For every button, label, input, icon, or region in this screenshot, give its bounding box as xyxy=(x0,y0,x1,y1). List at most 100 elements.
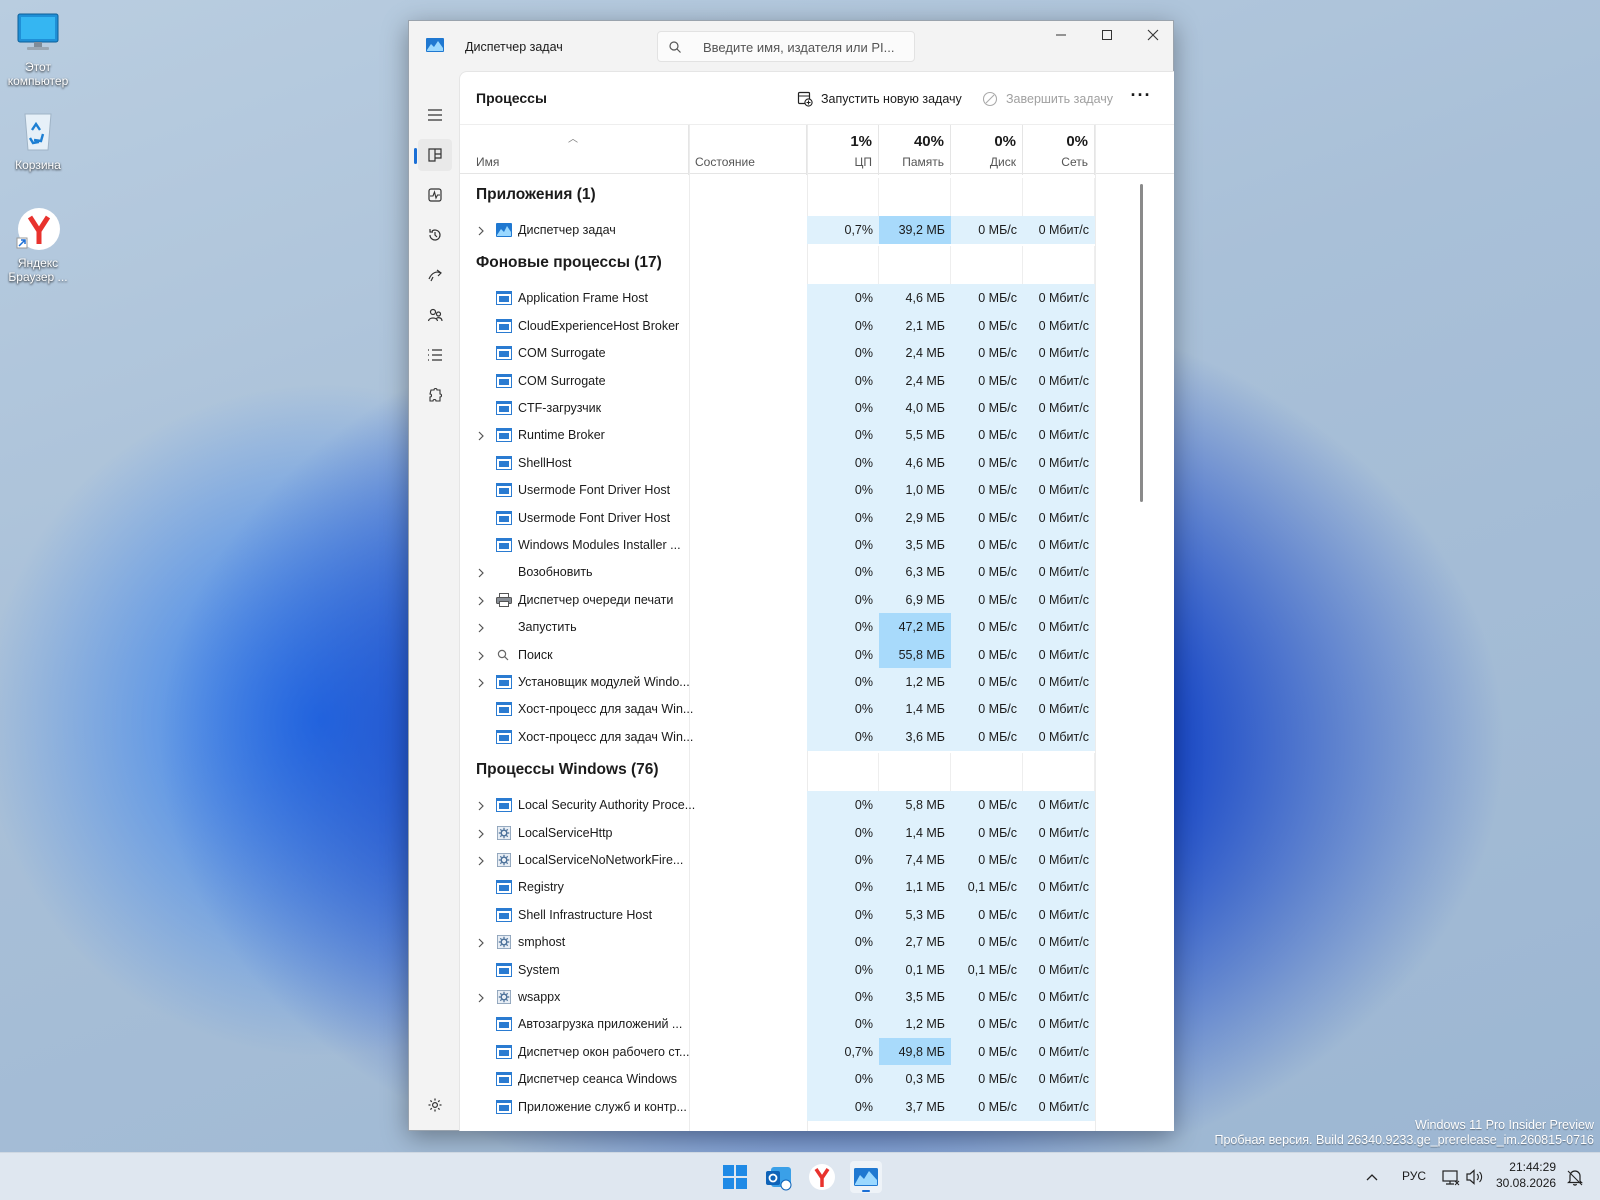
column-network[interactable]: 0% Сеть xyxy=(1023,125,1095,175)
desktop-icon-yandex-browser[interactable]: Яндекс Браузер ... xyxy=(2,206,74,284)
process-row[interactable]: Приложение служб и контр... 0% 3,7 МБ 0 МБ/… xyxy=(460,1092,1174,1121)
volume-tray-button[interactable] xyxy=(1464,1161,1486,1193)
nav-processes[interactable] xyxy=(414,139,452,171)
chevron-right-icon[interactable] xyxy=(477,430,485,441)
end-task-button[interactable]: Завершить задачу xyxy=(982,88,1113,110)
more-options-button[interactable]: ··· xyxy=(1126,84,1156,112)
process-name: Диспетчер сеанса Windows xyxy=(518,1072,678,1087)
process-row[interactable]: Usermode Font Driver Host 0% 2,9 МБ 0 МБ/с 0… xyxy=(460,503,1174,532)
process-row[interactable]: COM Surrogate 0% 2,4 МБ 0 МБ/с 0 Мбит/с xyxy=(460,366,1174,395)
disk-cell: 0 МБ/с xyxy=(951,531,1023,559)
process-row[interactable]: Автозагрузка приложений ... 0% 1,2 МБ 0 МБ/… xyxy=(460,1010,1174,1039)
taskbar-outlook[interactable] xyxy=(762,1161,794,1193)
taskbar: РУС 21:44:29 30.08.2026 xyxy=(0,1152,1600,1200)
process-row[interactable]: Application Frame Host 0% 4,6 МБ 0 МБ/с 0 Мб… xyxy=(460,284,1174,313)
process-row[interactable]: CloudExperienceHost Broker 0% 2,1 МБ 0 МБ/с… xyxy=(460,311,1174,340)
search-input[interactable]: Введите имя, издателя или PI... xyxy=(657,31,915,62)
process-row[interactable]: CTF-загрузчик 0% 4,0 МБ 0 МБ/с 0 Мбит/с xyxy=(460,394,1174,422)
nav-startup-apps[interactable] xyxy=(418,259,452,291)
process-row[interactable]: LocalServiceNoNetworkFire... 0% 7,4 МБ 0 МБ… xyxy=(460,846,1174,874)
process-row[interactable]: smphost 0% 2,7 МБ 0 МБ/с 0 Мбит/с xyxy=(460,928,1174,957)
chevron-right-icon[interactable] xyxy=(477,992,485,1003)
network-cell: 0 Мбит/с xyxy=(1023,448,1095,477)
process-row[interactable]: Windows Modules Installer ... 0% 3,5 МБ 0 М… xyxy=(460,531,1174,559)
process-row[interactable]: Диспетчер очереди печати 0% 6,9 МБ 0 МБ/с 0 … xyxy=(460,585,1174,614)
memory-cell: 4,6 МБ xyxy=(879,448,951,477)
nav-settings[interactable] xyxy=(418,1089,452,1121)
minimize-button[interactable] xyxy=(1038,21,1084,53)
cpu-cell: 0% xyxy=(807,613,879,642)
desktop-icon-recycle-bin[interactable]: Корзина xyxy=(2,108,74,172)
process-row[interactable]: Registry 0% 1,1 МБ 0,1 МБ/с 0 Мбит/с xyxy=(460,873,1174,902)
nav-services[interactable] xyxy=(418,379,452,411)
nav-app-history[interactable] xyxy=(418,219,452,251)
process-row[interactable]: Возобновить 0% 6,3 МБ 0 МБ/с 0 Мбит/с xyxy=(460,558,1174,587)
process-name: Application Frame Host xyxy=(518,291,648,306)
app-window-icon xyxy=(496,401,512,415)
column-cpu[interactable]: 1% ЦП xyxy=(807,125,879,175)
process-row[interactable]: Runtime Broker 0% 5,5 МБ 0 МБ/с 0 Мбит/с xyxy=(460,421,1174,450)
process-row[interactable]: Хост-процесс для задач Win... 0% 3,6 МБ 0 М… xyxy=(460,722,1174,751)
network-cell: 0 Мбит/с xyxy=(1023,531,1095,559)
process-row[interactable]: Хост-процесс для задач Win... 0% 1,4 МБ 0 М… xyxy=(460,695,1174,724)
process-row[interactable]: Usermode Font Driver Host 0% 1,0 МБ 0 МБ/с 0… xyxy=(460,476,1174,505)
process-name: Установщик модулей Windo... xyxy=(518,675,690,689)
process-row[interactable]: Диспетчер сеанса Windows 0% 0,3 МБ 0 МБ/с 0 … xyxy=(460,1065,1174,1094)
process-list[interactable]: Приложения (1) Диспетчер задач 0,7% 39,2 МБ… xyxy=(460,174,1174,1131)
column-name-label: Имя xyxy=(476,155,500,169)
nav-performance[interactable] xyxy=(418,179,452,211)
process-name: CTF-загрузчик xyxy=(518,401,602,415)
title-bar[interactable]: Диспетчер задач Введите имя, издателя ил… xyxy=(409,21,1173,69)
process-row[interactable]: COM Surrogate 0% 2,4 МБ 0 МБ/с 0 Мбит/с xyxy=(460,339,1174,368)
chevron-right-icon[interactable] xyxy=(477,677,485,688)
group-header[interactable]: Процессы Windows (76) xyxy=(460,753,1174,792)
taskbar-yandex-browser[interactable] xyxy=(806,1161,838,1193)
process-row[interactable]: ShellHost 0% 4,6 МБ 0 МБ/с 0 Мбит/с xyxy=(460,448,1174,477)
chevron-right-icon[interactable] xyxy=(477,225,485,236)
column-memory[interactable]: 40% Память xyxy=(879,125,951,175)
run-new-task-label: Запустить новую задачу xyxy=(821,92,962,106)
taskbar-clock[interactable]: 21:44:29 30.08.2026 xyxy=(1496,1159,1556,1191)
column-disk[interactable]: 0% Диск xyxy=(951,125,1023,175)
chevron-right-icon[interactable] xyxy=(477,622,485,633)
column-name[interactable]: ︿ Имя xyxy=(460,125,689,175)
chevron-right-icon[interactable] xyxy=(477,567,485,578)
taskbar-task-manager[interactable] xyxy=(850,1161,882,1193)
chevron-right-icon[interactable] xyxy=(477,800,485,811)
maximize-button[interactable] xyxy=(1084,21,1130,53)
chevron-right-icon[interactable] xyxy=(477,828,485,839)
process-row[interactable]: System 0% 0,1 МБ 0,1 МБ/с 0 Мбит/с xyxy=(460,955,1174,984)
group-header[interactable]: Приложения (1) xyxy=(460,178,1174,216)
chevron-right-icon[interactable] xyxy=(477,595,485,606)
group-cell-blank xyxy=(879,178,951,216)
column-status[interactable]: Состояние xyxy=(689,125,807,175)
network-cell: 0 Мбит/с xyxy=(1023,216,1095,244)
hamburger-menu-button[interactable] xyxy=(418,99,452,131)
chevron-right-icon[interactable] xyxy=(477,650,485,661)
process-row[interactable]: Local Security Authority Proce... 0% 5,8 М… xyxy=(460,791,1174,820)
start-button[interactable] xyxy=(719,1161,751,1193)
process-row[interactable]: LocalServiceHttp 0% 1,4 МБ 0 МБ/с 0 Мбит/с xyxy=(460,818,1174,847)
process-row[interactable]: Установщик модулей Windo... 0% 1,2 МБ 0 МБ/… xyxy=(460,668,1174,696)
column-memory-label: Память xyxy=(902,155,944,169)
chevron-right-icon[interactable] xyxy=(477,937,485,948)
run-new-task-button[interactable]: Запустить новую задачу xyxy=(797,88,962,110)
group-header[interactable]: Фоновые процессы (17) xyxy=(460,246,1174,285)
vertical-scrollbar[interactable] xyxy=(1140,184,1143,502)
process-row[interactable]: wsappx 0% 3,5 МБ 0 МБ/с 0 Мбит/с xyxy=(460,983,1174,1011)
network-tray-button[interactable] xyxy=(1440,1161,1462,1193)
input-language-indicator[interactable]: РУС xyxy=(1402,1169,1426,1183)
process-row[interactable]: Диспетчер окон рабочего ст... 0,7% 49,8 МБ… xyxy=(460,1037,1174,1066)
process-row[interactable]: Запустить 0% 47,2 МБ 0 МБ/с 0 Мбит/с xyxy=(460,613,1174,642)
chevron-right-icon[interactable] xyxy=(477,855,485,866)
desktop-icon-this-pc[interactable]: Этот компьютер xyxy=(2,10,74,88)
show-hidden-icons-button[interactable] xyxy=(1362,1161,1382,1193)
process-row[interactable]: Диспетчер задач 0,7% 39,2 МБ 0 МБ/с 0 Мбит/с xyxy=(460,216,1174,244)
notifications-button[interactable] xyxy=(1564,1161,1586,1193)
process-row[interactable]: Поиск 0% 55,8 МБ 0 МБ/с 0 Мбит/с xyxy=(460,640,1174,669)
nav-users[interactable] xyxy=(418,299,452,331)
process-row[interactable]: Shell Infrastructure Host 0% 5,3 МБ 0 МБ/с 0… xyxy=(460,900,1174,929)
nav-details[interactable] xyxy=(418,339,452,371)
disk-cell: 0 МБ/с xyxy=(951,1010,1023,1039)
close-button[interactable] xyxy=(1130,21,1176,53)
